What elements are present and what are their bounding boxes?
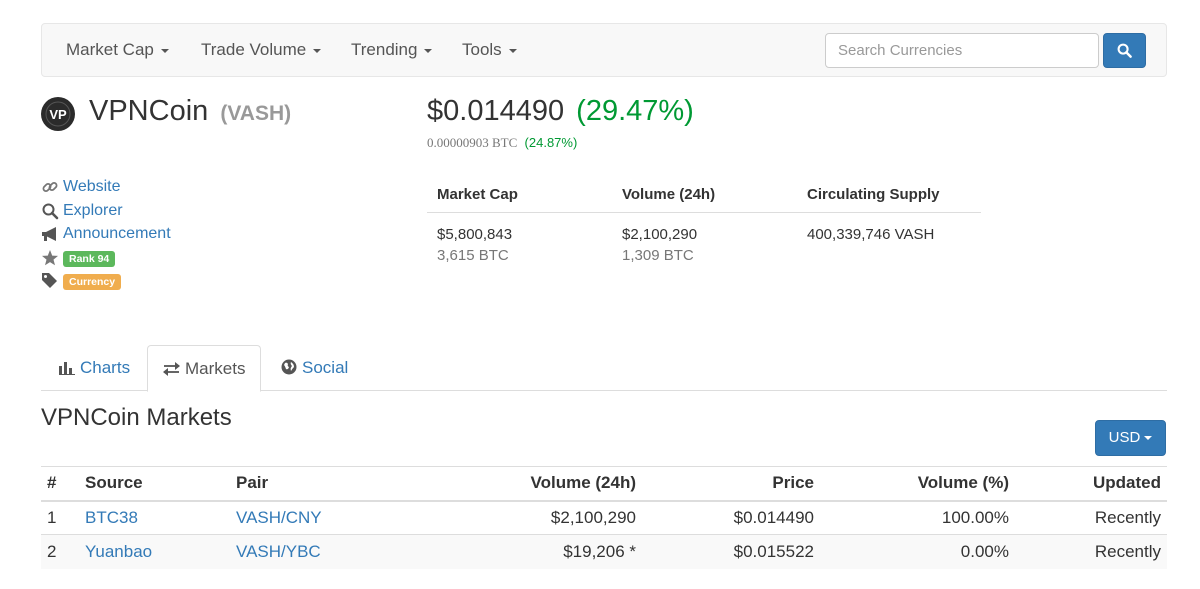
table-row: 2 Yuanbao VASH/YBC $19,206 * $0.015522 0… bbox=[41, 534, 1167, 569]
announcement-link[interactable]: Announcement bbox=[63, 223, 171, 244]
coin-logo: VP bbox=[41, 97, 75, 131]
row-volume: $2,100,290 bbox=[380, 500, 642, 535]
col-source[interactable]: Source bbox=[79, 466, 230, 502]
rank-badge: Rank 94 bbox=[63, 250, 116, 267]
transfer-icon bbox=[163, 362, 180, 376]
price-btc: 0.00000903 BTC bbox=[427, 135, 518, 150]
table-row: 1 BTC38 VASH/CNY $2,100,290 $0.014490 10… bbox=[41, 500, 1167, 535]
coin-title: VPNCoin (VASH) bbox=[89, 95, 291, 128]
row-price: $0.014490 bbox=[642, 500, 820, 535]
globe-icon bbox=[281, 359, 297, 375]
pair-link[interactable]: VASH/CNY bbox=[236, 508, 322, 527]
tab-markets[interactable]: Markets bbox=[147, 345, 262, 392]
coin-stats-table: Market Cap Volume (24h) Circulating Supp… bbox=[427, 175, 981, 273]
stats-header: Market Cap Volume (24h) Circulating Supp… bbox=[427, 175, 981, 213]
market-cap-btc: 3,615 BTC bbox=[437, 247, 509, 264]
col-rank[interactable]: # bbox=[41, 466, 79, 502]
row-price: $0.015522 bbox=[642, 534, 820, 569]
stats-header-volume: Volume (24h) bbox=[622, 186, 716, 203]
col-updated[interactable]: Updated bbox=[1015, 466, 1167, 502]
row-rank: 1 bbox=[41, 500, 79, 535]
category-badge: Currency bbox=[63, 274, 122, 290]
bar-chart-icon bbox=[59, 362, 75, 375]
nav-trending-dropdown[interactable]: Trending bbox=[351, 24, 433, 76]
market-cap-usd: $5,800,843 bbox=[437, 226, 513, 243]
search-icon bbox=[42, 203, 59, 219]
caret-down-icon bbox=[508, 48, 517, 53]
circulating-supply: 400,339,746 VASH bbox=[807, 226, 935, 243]
website-link[interactable]: Website bbox=[63, 176, 121, 197]
volume-usd: $2,100,290 bbox=[622, 226, 698, 243]
price-change-usd: (29.47%) bbox=[576, 95, 694, 127]
col-volume-percent[interactable]: Volume (%) bbox=[820, 466, 1015, 502]
search-button[interactable] bbox=[1103, 33, 1146, 68]
caret-down-icon bbox=[424, 48, 433, 53]
bullhorn-icon bbox=[42, 227, 56, 241]
stats-header-supply: Circulating Supply bbox=[807, 186, 940, 203]
tags-icon bbox=[42, 273, 57, 288]
explorer-link[interactable]: Explorer bbox=[63, 200, 123, 221]
price-usd: $0.014490 bbox=[427, 95, 565, 127]
markets-title: VPNCoin Markets bbox=[41, 404, 232, 431]
col-price[interactable]: Price bbox=[642, 466, 820, 502]
row-volume-percent: 100.00% bbox=[820, 500, 1015, 535]
source-link[interactable]: BTC38 bbox=[85, 508, 138, 527]
stats-header-market-cap: Market Cap bbox=[437, 186, 518, 203]
top-navbar: Market Cap Trade Volume Trending Tools bbox=[41, 23, 1167, 77]
row-volume-percent: 0.00% bbox=[820, 534, 1015, 569]
nav-market-cap-dropdown[interactable]: Market Cap bbox=[66, 24, 169, 76]
caret-down-icon bbox=[160, 48, 169, 53]
coin-name: VPNCoin bbox=[89, 95, 209, 127]
source-link[interactable]: Yuanbao bbox=[85, 542, 152, 561]
col-volume[interactable]: Volume (24h) bbox=[380, 466, 642, 502]
price-change-btc: (24.87%) bbox=[524, 135, 578, 150]
star-icon bbox=[42, 249, 58, 265]
nav-tools-dropdown[interactable]: Tools bbox=[462, 24, 517, 76]
row-rank: 2 bbox=[41, 534, 79, 569]
link-icon bbox=[42, 182, 58, 192]
caret-down-icon bbox=[1144, 436, 1153, 441]
coin-symbol: (VASH) bbox=[220, 102, 292, 125]
nav-trade-volume-dropdown[interactable]: Trade Volume bbox=[201, 24, 322, 76]
tab-social[interactable]: Social bbox=[266, 345, 363, 391]
svg-text:VP: VP bbox=[49, 107, 67, 122]
content-tabs: Charts Markets Social bbox=[41, 345, 1167, 392]
price-usd-line: $0.014490 (29.47%) bbox=[427, 95, 694, 128]
markets-table-header: # Source Pair Volume (24h) Price Volume … bbox=[41, 466, 1167, 502]
row-volume: $19,206 * bbox=[380, 534, 642, 569]
price-btc-line: 0.00000903 BTC (24.87%) bbox=[427, 135, 577, 151]
markets-table: # Source Pair Volume (24h) Price Volume … bbox=[41, 466, 1167, 569]
search-icon bbox=[1117, 43, 1132, 58]
col-pair[interactable]: Pair bbox=[230, 466, 380, 502]
volume-btc: 1,309 BTC bbox=[622, 247, 694, 264]
stats-values: $5,800,843 3,615 BTC $2,100,290 1,309 BT… bbox=[427, 213, 981, 273]
search-input[interactable] bbox=[825, 33, 1099, 68]
pair-link[interactable]: VASH/YBC bbox=[236, 542, 321, 561]
tab-charts[interactable]: Charts bbox=[44, 345, 145, 391]
currency-dropdown-button[interactable]: USD bbox=[1095, 420, 1166, 456]
row-updated: Recently bbox=[1015, 534, 1167, 569]
caret-down-icon bbox=[313, 48, 322, 53]
row-updated: Recently bbox=[1015, 500, 1167, 535]
